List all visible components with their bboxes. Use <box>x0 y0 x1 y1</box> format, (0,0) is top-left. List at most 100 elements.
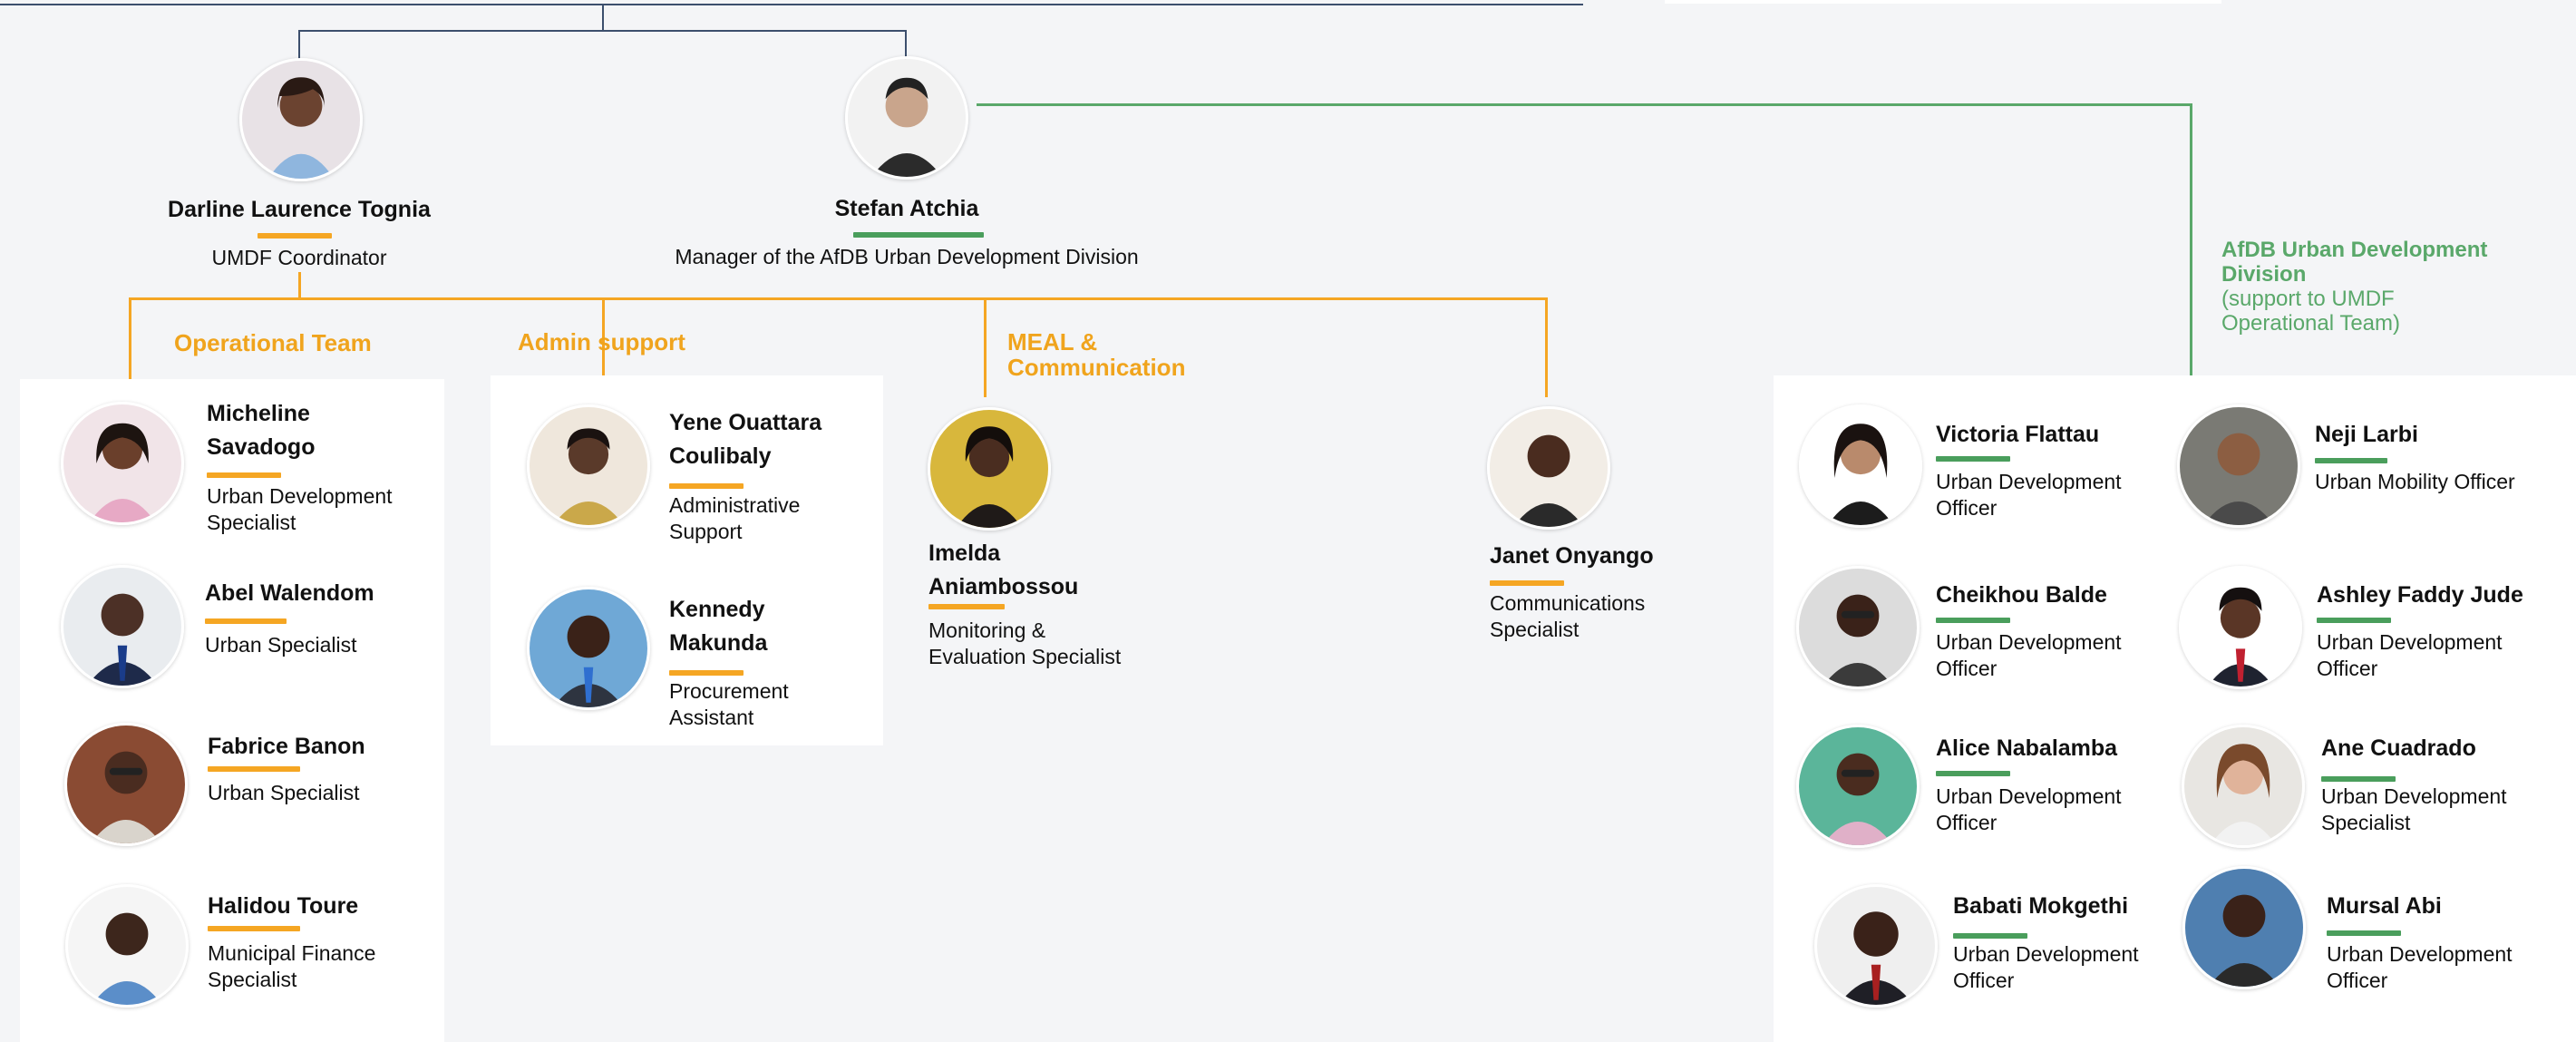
person-icon <box>63 568 181 686</box>
member-role-halidou: Municipal Finance Specialist <box>208 941 376 991</box>
member-underline-abel <box>205 618 287 624</box>
person-icon <box>63 404 181 522</box>
avatar-cheikhou <box>1796 566 1920 689</box>
avatar-imelda <box>928 407 1051 531</box>
avatar-neji <box>2177 404 2300 528</box>
avatar-janet <box>1487 406 1610 530</box>
member-underline-kennedy <box>669 670 744 676</box>
person-icon <box>2180 407 2298 525</box>
member-underline-mursal <box>2327 930 2401 936</box>
orange-connector-stem <box>298 272 301 299</box>
person-icon <box>848 59 966 177</box>
orange-connector-bar <box>129 297 1548 300</box>
avatar-halidou <box>65 884 189 1008</box>
member-underline-ashley <box>2317 618 2391 623</box>
person-icon <box>1799 727 1917 845</box>
member-name-ashley: Ashley Faddy Jude <box>2317 582 2523 608</box>
navy-connector-stem <box>602 4 604 31</box>
avatar-babati <box>1814 884 1938 1008</box>
orange-drop-janet <box>1545 297 1548 397</box>
member-role-abel: Urban Specialist <box>205 633 357 657</box>
person-icon <box>2185 869 2303 987</box>
member-underline-babati <box>1953 933 2027 939</box>
leader-role-darline: UMDF Coordinator <box>211 246 387 269</box>
member-role-cheikhou: Urban Development Officer <box>1936 630 2122 680</box>
avatar-micheline <box>61 402 184 525</box>
afdb-division-label: AfDB Urban Development Division (support… <box>2221 238 2512 336</box>
member-role-neji: Urban Mobility Officer <box>2315 470 2515 493</box>
member-role-janet: Communications Specialist <box>1490 591 1646 641</box>
avatar-ashley <box>2179 566 2302 689</box>
team-label-operational: Operational Team <box>174 329 372 356</box>
leader-underline-darline <box>258 233 332 239</box>
avatar-mursal <box>2182 866 2306 989</box>
person-icon <box>242 61 360 179</box>
member-name-abel: Abel Walendom <box>205 580 374 606</box>
leader-role-stefan: Manager of the AfDB Urban Development Di… <box>675 245 1139 268</box>
member-role-ane: Urban Development Specialist <box>2321 784 2507 834</box>
green-connector-vertical <box>2190 103 2192 375</box>
team-label-admin: Admin support <box>518 328 685 355</box>
member-name-alice: Alice Nabalamba <box>1936 735 2118 761</box>
avatar-alice <box>1796 725 1920 848</box>
member-underline-cheikhou <box>1936 618 2010 623</box>
member-name-neji: Neji Larbi <box>2315 422 2418 447</box>
member-underline-yene <box>669 483 744 489</box>
member-name-fabrice: Fabrice Banon <box>208 734 365 759</box>
person-icon <box>1799 569 1917 687</box>
member-name-kennedy: Kennedy Makunda <box>669 597 768 656</box>
member-underline-ane <box>2321 776 2396 782</box>
person-icon <box>530 589 647 707</box>
member-underline-imelda <box>928 604 1005 609</box>
member-underline-neji <box>2315 458 2387 463</box>
person-icon <box>2184 727 2302 845</box>
member-role-mursal: Urban Development Officer <box>2327 942 2513 992</box>
person-icon <box>2182 569 2299 687</box>
leader-name-stefan: Stefan Atchia <box>834 196 979 221</box>
member-role-ashley: Urban Development Officer <box>2317 630 2503 680</box>
member-name-victoria: Victoria Flattau <box>1936 422 2100 447</box>
person-icon <box>1817 887 1935 1005</box>
member-role-alice: Urban Development Officer <box>1936 784 2122 834</box>
person-icon <box>1802 407 1920 525</box>
member-name-cheikhou: Cheikhou Balde <box>1936 582 2107 608</box>
leader-name-darline: Darline Laurence Tognia <box>168 197 431 222</box>
afdb-division-title: AfDB Urban Development Division <box>2221 238 2488 287</box>
avatar-ane <box>2182 725 2305 848</box>
member-role-imelda: Monitoring & Evaluation Specialist <box>928 618 1122 668</box>
member-underline-halidou <box>208 926 300 931</box>
person-icon <box>67 726 185 843</box>
member-underline-micheline <box>207 472 281 478</box>
member-name-babati: Babati Mokgethi <box>1953 893 2129 919</box>
member-role-victoria: Urban Development Officer <box>1936 470 2122 520</box>
member-role-kennedy: Procurement Assistant <box>669 679 789 729</box>
avatar-victoria <box>1799 404 1922 528</box>
avatar-stefan <box>845 56 968 180</box>
team-label-meal: MEAL & Communication <box>1007 328 1186 381</box>
avatar-yene <box>527 404 650 528</box>
navy-connector-left <box>298 30 300 61</box>
avatar-fabrice <box>64 723 188 846</box>
leader-underline-stefan <box>853 232 984 238</box>
member-name-ane: Ane Cuadrado <box>2321 735 2476 761</box>
person-icon <box>68 887 186 1005</box>
member-underline-victoria <box>1936 456 2010 462</box>
navy-connector-bar <box>298 30 907 32</box>
member-underline-janet <box>1490 580 1564 586</box>
member-name-micheline: Micheline Savadogo <box>207 401 316 460</box>
member-name-mursal: Mursal Abi <box>2327 893 2442 919</box>
member-name-halidou: Halidou Toure <box>208 893 359 919</box>
member-role-babati: Urban Development Officer <box>1953 942 2139 992</box>
green-connector-horizontal <box>977 103 2192 106</box>
member-name-imelda: Imelda Aniambossou <box>928 540 1079 599</box>
member-name-janet: Janet Onyango <box>1490 543 1654 569</box>
top-navy-line <box>0 0 1583 5</box>
person-icon <box>930 410 1048 528</box>
orange-drop-meal <box>984 297 987 397</box>
member-role-yene: Administrative Support <box>669 493 801 543</box>
member-role-fabrice: Urban Specialist <box>208 781 360 804</box>
member-underline-fabrice <box>208 766 300 772</box>
person-icon <box>1490 409 1608 527</box>
afdb-division-subtitle: (support to UMDF Operational Team) <box>2221 287 2400 336</box>
member-name-yene: Yene Ouattara Coulibaly <box>669 410 822 469</box>
